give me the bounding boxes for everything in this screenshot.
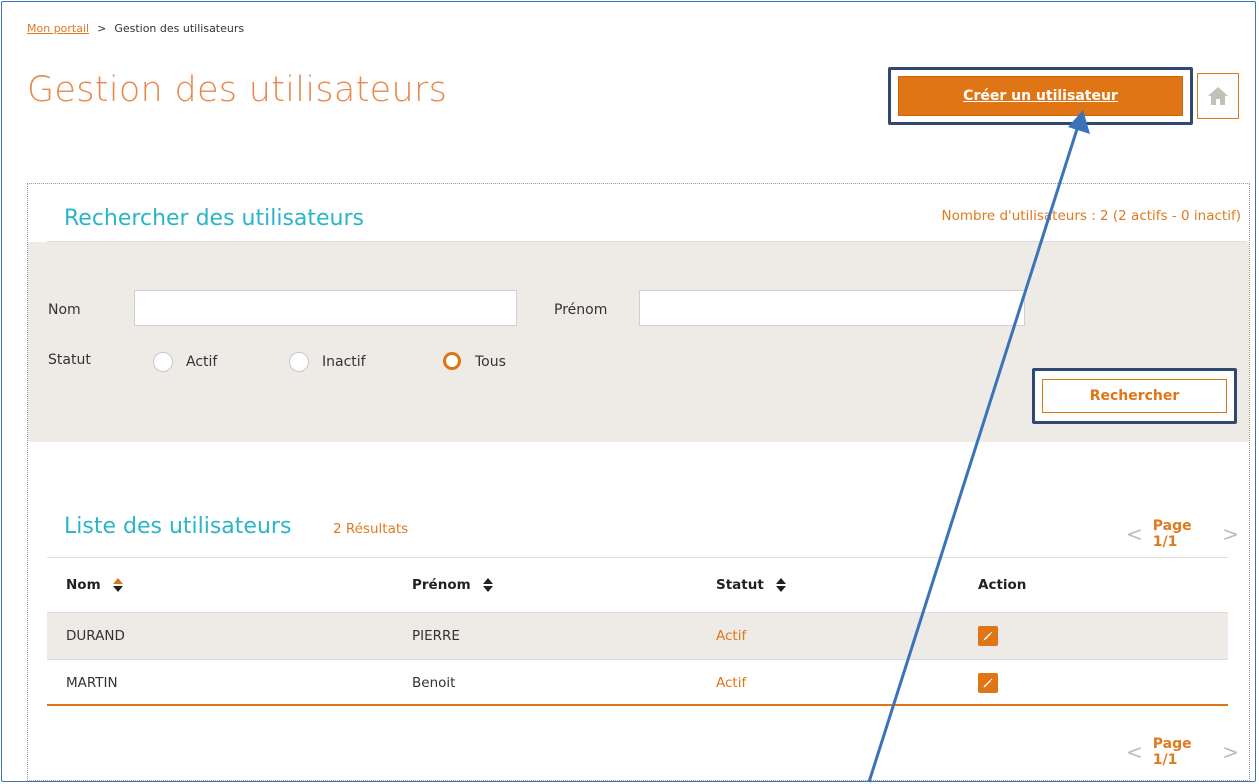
table-row: MARTIN Benoit Actif xyxy=(47,659,1228,706)
radio-inactif-label: Inactif xyxy=(322,354,366,370)
page-title: Gestion des utilisateurs xyxy=(27,70,448,110)
sort-icon[interactable] xyxy=(482,577,493,593)
nom-input[interactable] xyxy=(134,290,517,326)
pagination-top: < Page 1/1 > xyxy=(1116,518,1249,550)
column-nom-label: Nom xyxy=(66,577,101,593)
radio-tous[interactable] xyxy=(443,352,461,370)
pencil-icon xyxy=(983,678,993,688)
edit-button[interactable] xyxy=(978,673,998,693)
sort-icon[interactable] xyxy=(112,577,123,593)
row-nom: DURAND xyxy=(66,628,125,644)
chevron-left-icon[interactable]: < xyxy=(1126,740,1143,764)
pencil-icon xyxy=(983,631,993,641)
user-count: Nombre d'utilisateurs : 2 (2 actifs - 0 … xyxy=(941,208,1241,224)
create-user-highlight: Créer un utilisateur xyxy=(888,67,1193,125)
chevron-left-icon[interactable]: < xyxy=(1126,522,1143,546)
radio-tous-label: Tous xyxy=(475,354,506,370)
row-prenom: PIERRE xyxy=(412,628,460,644)
search-button-highlight: Rechercher xyxy=(1032,368,1237,424)
home-icon xyxy=(1208,87,1228,105)
breadcrumb: Mon portail > Gestion des utilisateurs xyxy=(27,22,244,35)
search-title: Rechercher des utilisateurs xyxy=(64,206,364,231)
radio-inactif[interactable] xyxy=(289,352,309,372)
list-title: Liste des utilisateurs xyxy=(64,514,292,539)
table-bottom-rule xyxy=(47,704,1228,706)
statut-label: Statut xyxy=(48,352,91,368)
create-user-button[interactable]: Créer un utilisateur xyxy=(898,76,1183,116)
prenom-input[interactable] xyxy=(639,290,1025,326)
home-button[interactable] xyxy=(1197,73,1239,119)
column-prenom[interactable]: Prénom xyxy=(412,558,493,612)
nom-label: Nom xyxy=(48,302,81,318)
search-form: Nom Prénom Statut Actif Inactif Tous Rec… xyxy=(28,242,1249,442)
chevron-right-icon[interactable]: > xyxy=(1222,522,1239,546)
pagination-bottom: < Page 1/1 > xyxy=(1116,736,1249,768)
row-nom: MARTIN xyxy=(66,675,118,691)
search-panel: Rechercher des utilisateurs Nombre d'uti… xyxy=(27,183,1250,781)
row-statut: Actif xyxy=(716,675,747,691)
table-header: Nom Prénom Statut Action xyxy=(47,557,1228,612)
page-indicator: Page 1/1 xyxy=(1152,518,1192,550)
breadcrumb-current: Gestion des utilisateurs xyxy=(114,22,245,35)
column-nom[interactable]: Nom xyxy=(66,558,123,612)
radio-actif[interactable] xyxy=(153,352,173,372)
sort-icon[interactable] xyxy=(775,577,786,593)
column-statut-label: Statut xyxy=(716,577,764,593)
results-count: 2 Résultats xyxy=(333,521,409,537)
edit-button[interactable] xyxy=(978,626,998,646)
column-statut[interactable]: Statut xyxy=(716,558,786,612)
radio-actif-label: Actif xyxy=(186,354,218,370)
column-action: Action xyxy=(978,577,1027,593)
breadcrumb-home-link[interactable]: Mon portail xyxy=(27,22,89,35)
page-indicator: Page 1/1 xyxy=(1152,736,1192,768)
search-button[interactable]: Rechercher xyxy=(1042,379,1227,413)
column-prenom-label: Prénom xyxy=(412,577,471,593)
row-prenom: Benoit xyxy=(412,675,456,691)
table-row: DURAND PIERRE Actif xyxy=(47,612,1228,659)
chevron-right-icon[interactable]: > xyxy=(1222,740,1239,764)
prenom-label: Prénom xyxy=(554,302,608,318)
users-table: Nom Prénom Statut Action DURAND PIERRE A… xyxy=(47,557,1228,706)
row-statut: Actif xyxy=(716,628,747,644)
breadcrumb-separator: > xyxy=(97,22,107,35)
